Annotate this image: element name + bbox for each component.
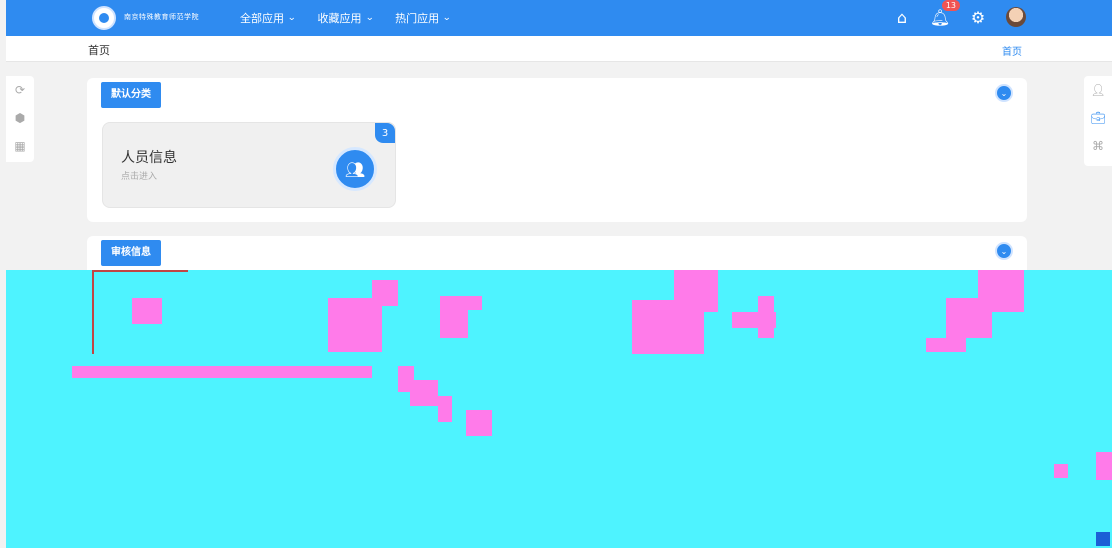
- category-card-default: 默认分类 ⌄ 3 人员信息 点击进入 👥︎: [87, 78, 1027, 222]
- settings-icon[interactable]: ⬢: [6, 104, 34, 132]
- avatar[interactable]: [1006, 7, 1026, 27]
- glitch-block: [978, 270, 1024, 312]
- glitch-block: [440, 296, 468, 338]
- home-icon[interactable]: ⌂: [892, 7, 912, 27]
- app-subtitle: 点击进入: [121, 172, 158, 182]
- glitch-block: [1054, 464, 1068, 478]
- users-icon[interactable]: 👤︎: [1084, 76, 1112, 104]
- breadcrumb-home[interactable]: 首页: [88, 42, 110, 58]
- refresh-icon[interactable]: ⟳: [6, 76, 34, 104]
- top-navigation-bar: 南京特殊教育师范学院 全部应用 ⌄ 收藏应用 ⌄ 热门应用 ⌄ ⌂ 🔔︎ 13 …: [6, 0, 1112, 36]
- glitch-block: [410, 380, 438, 406]
- left-sidebar: ⟳ ⬢ ▦: [6, 76, 34, 162]
- breadcrumb-home-right[interactable]: 首页: [1002, 43, 1022, 58]
- nav-all-apps-label: 全部应用: [240, 12, 284, 25]
- rendering-glitch-overlay: [6, 270, 1112, 548]
- nav-hot-apps-label: 热门应用: [395, 12, 440, 25]
- glitch-block: [926, 338, 966, 352]
- category-tag: 审核信息: [101, 240, 161, 266]
- bell-icon[interactable]: 🔔︎ 13: [930, 0, 960, 27]
- chevron-down-icon: ⌄: [287, 13, 297, 23]
- glitch-block: [468, 296, 482, 310]
- chevron-down-icon: ⌄: [364, 13, 374, 23]
- top-icons: ⌂ 🔔︎ 13 ⚙︎: [892, 0, 1026, 27]
- school-logo-icon[interactable]: [92, 6, 116, 30]
- glitch-block: [1096, 452, 1112, 480]
- glitch-block: [372, 280, 398, 306]
- glitch-block: [132, 298, 162, 324]
- category-tag: 默认分类: [101, 82, 161, 108]
- people-icon: 👥︎: [333, 147, 377, 191]
- grid-icon[interactable]: ▦: [6, 132, 34, 160]
- collapse-icon[interactable]: ⌄: [995, 242, 1013, 260]
- org-icon[interactable]: ⌘: [1084, 132, 1112, 160]
- notification-badge: 13: [941, 0, 960, 11]
- glitch-bar: [72, 366, 372, 378]
- briefcase-icon[interactable]: 💼︎: [1084, 104, 1112, 132]
- top-nav: 全部应用 ⌄ 收藏应用 ⌄ 热门应用 ⌄: [240, 10, 451, 26]
- right-sidebar: 👤︎ 💼︎ ⌘: [1084, 76, 1112, 166]
- app-title: 人员信息: [121, 150, 177, 166]
- breadcrumb-bar: 首页 首页: [6, 36, 1112, 62]
- collapse-icon[interactable]: ⌄: [995, 84, 1013, 102]
- nav-all-apps[interactable]: 全部应用 ⌄: [240, 10, 296, 26]
- nav-favorite-apps-label: 收藏应用: [317, 12, 362, 25]
- chevron-down-icon: ⌄: [442, 13, 452, 23]
- nav-favorite-apps[interactable]: 收藏应用 ⌄: [318, 10, 374, 26]
- glitch-block: [328, 298, 382, 352]
- glitch-block: [674, 270, 718, 312]
- glitch-dark-square: [1096, 532, 1110, 546]
- app-tile-person-info[interactable]: 3 人员信息 点击进入 👥︎: [102, 122, 396, 208]
- glitch-block: [466, 410, 492, 436]
- settings-icon[interactable]: ⚙︎: [968, 7, 988, 27]
- glitch-block: [758, 296, 774, 338]
- app-count-badge: 3: [375, 123, 395, 143]
- nav-hot-apps[interactable]: 热门应用 ⌄: [395, 10, 451, 26]
- glitch-block: [438, 396, 452, 422]
- school-name: 南京特殊教育师范学院: [124, 13, 199, 21]
